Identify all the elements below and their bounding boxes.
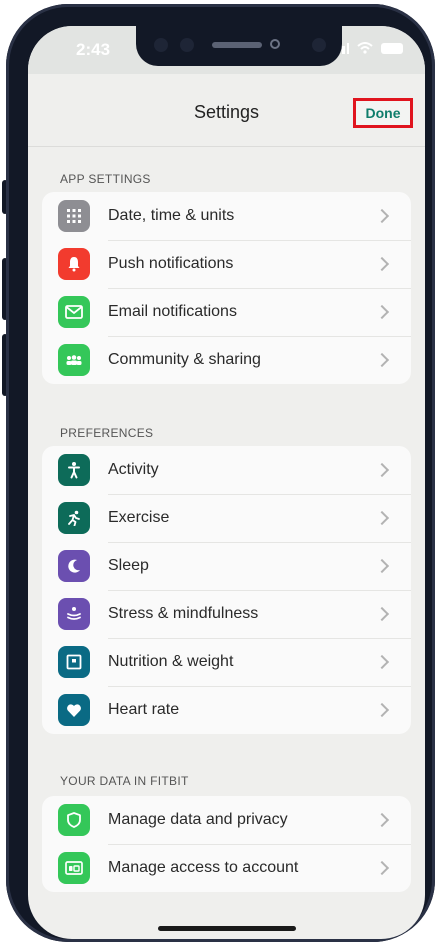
chevron-right-icon	[374, 462, 390, 478]
chevron-right-icon	[374, 304, 390, 320]
chevron-right-icon	[374, 654, 390, 670]
row-label: Sleep	[108, 557, 149, 574]
chevron-right-icon	[374, 352, 390, 368]
status-time: 2:43	[76, 40, 111, 59]
section-header-preferences: PREFERENCES	[60, 426, 154, 440]
row-label: Nutrition & weight	[108, 653, 234, 670]
row-label: Manage access to account	[108, 859, 299, 876]
bell-icon	[58, 248, 90, 280]
row-label: Activity	[108, 461, 159, 478]
moon-icon	[58, 550, 90, 582]
row-label: Email notifications	[108, 303, 237, 320]
row-label: Exercise	[108, 509, 170, 526]
row-label: Push notifications	[108, 255, 234, 272]
screen: 2:43 Settings Done APP SETTINGS Date, ti…	[28, 26, 425, 939]
your-data-group: Manage data and privacy Manage access to…	[42, 796, 411, 892]
section-header-app-settings: APP SETTINGS	[60, 172, 151, 186]
chevron-right-icon	[374, 606, 390, 622]
settings-row-push-notifications[interactable]: Push notifications	[42, 240, 411, 288]
preferences-group: Activity Exercise Sleep Stress & mindful…	[42, 446, 411, 734]
app-settings-group: Date, time & units Push notifications Em…	[42, 192, 411, 384]
row-label: Date, time & units	[108, 207, 235, 224]
envelope-icon	[58, 296, 90, 328]
chevron-right-icon	[374, 558, 390, 574]
home-indicator[interactable]	[158, 926, 296, 931]
section-header-your-data: YOUR DATA IN FITBIT	[60, 774, 189, 788]
mindfulness-icon	[58, 598, 90, 630]
settings-row-nutrition-weight[interactable]: Nutrition & weight	[42, 638, 411, 686]
wifi-icon	[357, 42, 373, 54]
settings-row-email-notifications[interactable]: Email notifications	[42, 288, 411, 336]
settings-row-activity[interactable]: Activity	[42, 446, 411, 494]
shield-icon	[58, 804, 90, 836]
heart-icon	[58, 694, 90, 726]
notch	[136, 26, 342, 66]
row-label: Heart rate	[108, 701, 180, 718]
done-button[interactable]: Done	[353, 98, 413, 128]
nav-divider	[28, 146, 425, 147]
settings-row-manage-data-privacy[interactable]: Manage data and privacy	[42, 796, 411, 844]
row-label: Community & sharing	[108, 351, 261, 368]
settings-row-community-sharing[interactable]: Community & sharing	[42, 336, 411, 384]
settings-row-heart-rate[interactable]: Heart rate	[42, 686, 411, 734]
settings-row-sleep[interactable]: Sleep	[42, 542, 411, 590]
chevron-right-icon	[374, 510, 390, 526]
chevron-right-icon	[374, 208, 390, 224]
running-icon	[58, 502, 90, 534]
chevron-right-icon	[374, 812, 390, 828]
settings-row-manage-access[interactable]: Manage access to account	[42, 844, 411, 892]
nav-bar: Settings Done	[28, 82, 425, 138]
settings-row-date-time-units[interactable]: Date, time & units	[42, 192, 411, 240]
settings-row-exercise[interactable]: Exercise	[42, 494, 411, 542]
chevron-right-icon	[374, 860, 390, 876]
account-access-icon	[58, 852, 90, 884]
person-standing-icon	[58, 454, 90, 486]
calendar-grid-icon	[58, 200, 90, 232]
row-label: Manage data and privacy	[108, 811, 288, 828]
row-label: Stress & mindfulness	[108, 605, 259, 622]
chevron-right-icon	[374, 702, 390, 718]
settings-row-stress-mindfulness[interactable]: Stress & mindfulness	[42, 590, 411, 638]
phone-frame: 2:43 Settings Done APP SETTINGS Date, ti…	[6, 4, 435, 942]
people-icon	[58, 344, 90, 376]
status-icons	[333, 42, 403, 54]
chevron-right-icon	[374, 256, 390, 272]
battery-icon	[381, 42, 403, 54]
scale-icon	[58, 646, 90, 678]
